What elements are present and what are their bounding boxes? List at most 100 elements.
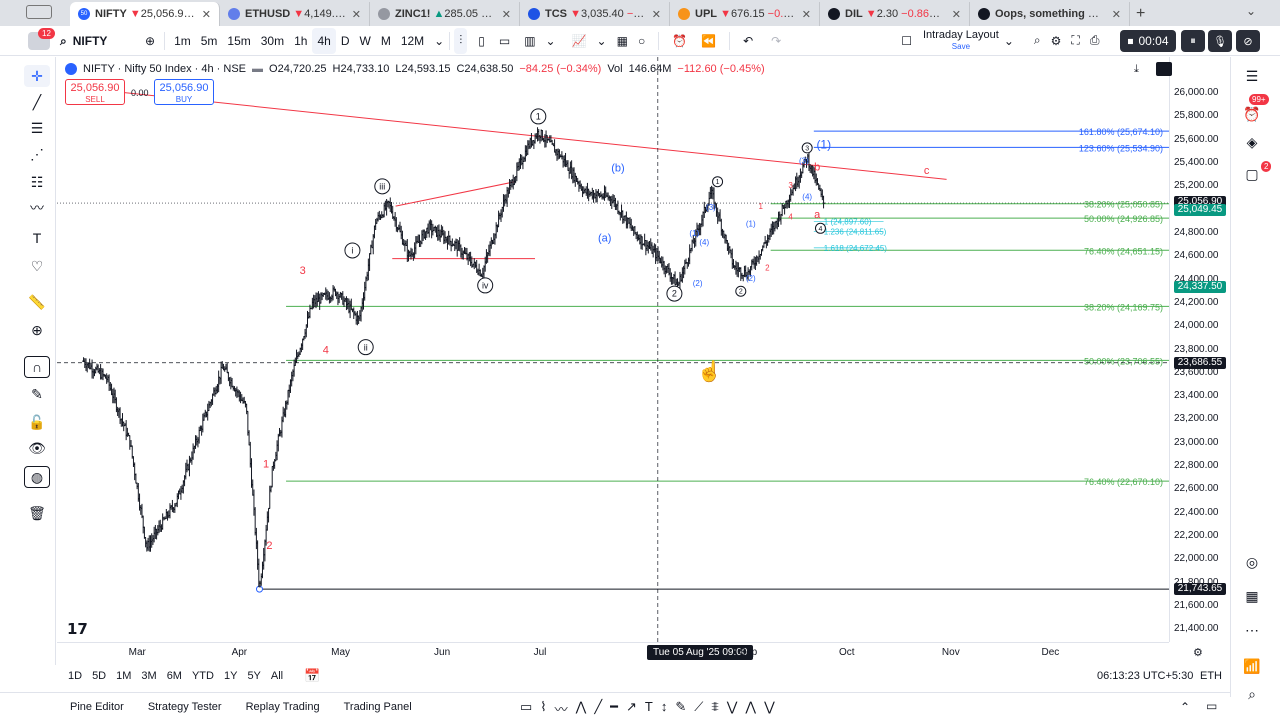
templates-icon[interactable]: ▦ (612, 28, 633, 54)
browser-tab[interactable]: ETHUSD ▼4,149.41 −0. ✕ (220, 2, 370, 26)
range-1d[interactable]: 1D (63, 670, 87, 682)
range-6m[interactable]: 6M (162, 670, 187, 682)
magnet-icon[interactable]: ∩ (24, 356, 50, 378)
eye-icon[interactable]: 👁 (24, 437, 50, 459)
range-all[interactable]: All (266, 670, 288, 682)
broadcast-icon[interactable]: 📶 (1239, 655, 1265, 677)
indicators-dropdown-icon[interactable]: ⌄ (592, 28, 612, 54)
wxy-tool-icon[interactable]: ⋁ (764, 699, 775, 718)
interval-M[interactable]: M (376, 28, 396, 54)
quick-search-icon[interactable]: ⌕ (1029, 28, 1046, 54)
indicators-icon[interactable]: 📈 (567, 28, 592, 54)
settings-icon[interactable]: ⚙ (1046, 28, 1067, 54)
trendline-icon[interactable]: ╱ (24, 91, 50, 113)
calendar-icon[interactable]: ▦ (1239, 585, 1265, 607)
rect-tool-icon[interactable]: ▭ (520, 699, 532, 718)
elliott-tool-icon[interactable]: ⋀ (745, 699, 756, 718)
elliott-wave-icon[interactable]: 〰 (24, 197, 50, 219)
wave-tool-icon[interactable]: ⋀ (576, 699, 587, 718)
maximize-panel-icon[interactable]: ▭ (1206, 699, 1217, 713)
browser-tab[interactable]: TCS ▼3,035.40 −0.88% ✕ (520, 2, 670, 26)
interval-1m[interactable]: 1m (169, 28, 196, 54)
brush-tool-icon[interactable]: ✎ (675, 699, 686, 718)
target-icon[interactable]: ◎ (1239, 551, 1265, 573)
line-tool-icon[interactable]: ╱ (594, 699, 602, 718)
browser-tab[interactable]: ZINC1! ▲285.05 +2.2 ✕ (370, 2, 520, 26)
interval-5m[interactable]: 5m (196, 28, 223, 54)
compare-icon[interactable]: ⊕ (140, 28, 160, 54)
close-tab-icon[interactable]: ✕ (652, 8, 661, 21)
bottom-tab-pine-editor[interactable]: Pine Editor (58, 701, 136, 713)
dot-icon[interactable]: ○ (633, 28, 650, 54)
range-ytd[interactable]: YTD (187, 670, 219, 682)
ruler-icon[interactable]: 📏 (24, 291, 50, 313)
collapse-panel-icon[interactable]: ⌃ (1180, 700, 1190, 714)
close-tab-icon[interactable]: ✕ (1112, 8, 1121, 21)
time-axis[interactable]: Tue 05 Aug '25 09:00 ⚙ Mar Apr May Jun Jul Se… (57, 642, 1203, 662)
crosshair-icon[interactable]: ✛ (24, 65, 50, 87)
range-tool-icon[interactable]: ↕ (661, 699, 668, 718)
chart-pane[interactable]: 161.80% (25,674.10) 123.60% (25,534.90) 38… (57, 57, 1169, 642)
text-quick-icon[interactable]: T (645, 699, 653, 718)
close-tab-icon[interactable]: ✕ (802, 8, 811, 21)
layers-icon[interactable]: ◈ (1239, 131, 1265, 153)
candles-icon[interactable]: ▯ (473, 28, 490, 54)
goto-date-icon[interactable]: 📅 (304, 668, 320, 684)
interval-30m[interactable]: 30m (256, 28, 289, 54)
symbol-search[interactable]: ⌕ NIFTY (60, 30, 107, 52)
redo-icon[interactable]: ↷ (766, 28, 786, 54)
browser-tab[interactable]: Oops, something went w ✕ (970, 2, 1130, 26)
recording-timer[interactable]: ⏹ 00:04 (1120, 30, 1176, 52)
lock-drawing-icon[interactable]: ✎ (24, 383, 50, 405)
new-tab-button[interactable]: + (1136, 2, 1145, 26)
close-tab-icon[interactable]: ✕ (952, 8, 961, 21)
range-1m[interactable]: 1M (111, 670, 136, 682)
bottom-tab-replay-trading[interactable]: Replay Trading (234, 701, 332, 713)
apps-grid-icon[interactable]: ⋯ (1239, 619, 1265, 641)
hollow-candles-icon[interactable]: ▭ (494, 28, 515, 54)
fib-tool-icon[interactable]: ⩨ (711, 699, 718, 718)
bar-style-icon[interactable]: ⫶ (454, 27, 468, 54)
alert-icon[interactable]: ⏰ (667, 28, 692, 54)
price-chart-svg[interactable]: 161.80% (25,674.10) 123.60% (25,534.90) 38… (57, 57, 1169, 642)
pause-icon[interactable]: ⏸ (1181, 30, 1205, 52)
range-1y[interactable]: 1Y (219, 670, 242, 682)
clock[interactable]: 06:13:23 UTC+5:30 (1097, 670, 1193, 682)
abc-tool-icon[interactable]: ⋁ (727, 699, 738, 718)
close-tab-icon[interactable]: ✕ (352, 8, 361, 21)
legend-menu-icon[interactable]: ▬ (252, 63, 263, 75)
browser-tab[interactable]: DIL ▼2.30 −0.86% / Inf ✕ (820, 2, 970, 26)
zoom-in-icon[interactable]: ⊕ (24, 319, 50, 341)
sell-button[interactable]: 25,056.90 SELL (65, 79, 125, 105)
interval-W[interactable]: W (354, 28, 375, 54)
globe-icon[interactable]: ◍ (24, 466, 50, 488)
pattern-icon[interactable]: ⋰ (24, 143, 50, 165)
time-axis-settings-icon[interactable]: ⚙ (1193, 646, 1203, 659)
fullscreen-icon[interactable]: ⛶ (1066, 28, 1084, 54)
bottom-tab-trading-panel[interactable]: Trading Panel (332, 701, 424, 713)
interval-15m[interactable]: 15m (222, 28, 255, 54)
browser-tab[interactable]: UPL ▼676.15 −0.16% ✕ (670, 2, 820, 26)
interval-4h[interactable]: 4h (312, 27, 336, 54)
undo-icon[interactable]: ↶ (738, 28, 758, 54)
layout-checkbox-icon[interactable]: ☐ (896, 28, 917, 54)
mic-icon[interactable]: 🎙 (1208, 30, 1232, 52)
watchlist-icon[interactable]: ☰ (1239, 65, 1265, 87)
arrow-tool-icon[interactable]: ↗ (626, 699, 637, 718)
chart-type-dropdown-icon[interactable]: ⌄ (541, 28, 561, 54)
hline-tool-icon[interactable]: ━ (610, 699, 618, 718)
layout-selector[interactable]: Intraday Layout Save (923, 29, 999, 52)
interval-12M[interactable]: 12M (396, 28, 429, 54)
camera-icon[interactable]: ⎙ (1085, 28, 1105, 54)
alerts-icon[interactable]: ⏰ (1239, 103, 1265, 125)
browser-tab[interactable]: 50 NIFTY ▼25,056.90 −0. ✕ (70, 2, 220, 26)
camera-off-icon[interactable]: ⊘ (1236, 30, 1260, 52)
text-tool-icon[interactable]: T (24, 227, 50, 249)
help-icon[interactable]: ⌕ (1239, 683, 1265, 705)
price-axis-settings-icon[interactable] (1156, 62, 1172, 76)
range-5y[interactable]: 5Y (242, 670, 265, 682)
buy-button[interactable]: 25,056.90 BUY (154, 79, 214, 105)
tab-list-icon[interactable]: ⌄ (1246, 4, 1256, 18)
interval-dropdown-icon[interactable]: ⌄ (429, 28, 449, 54)
projection-icon[interactable]: ☷ (24, 171, 50, 193)
